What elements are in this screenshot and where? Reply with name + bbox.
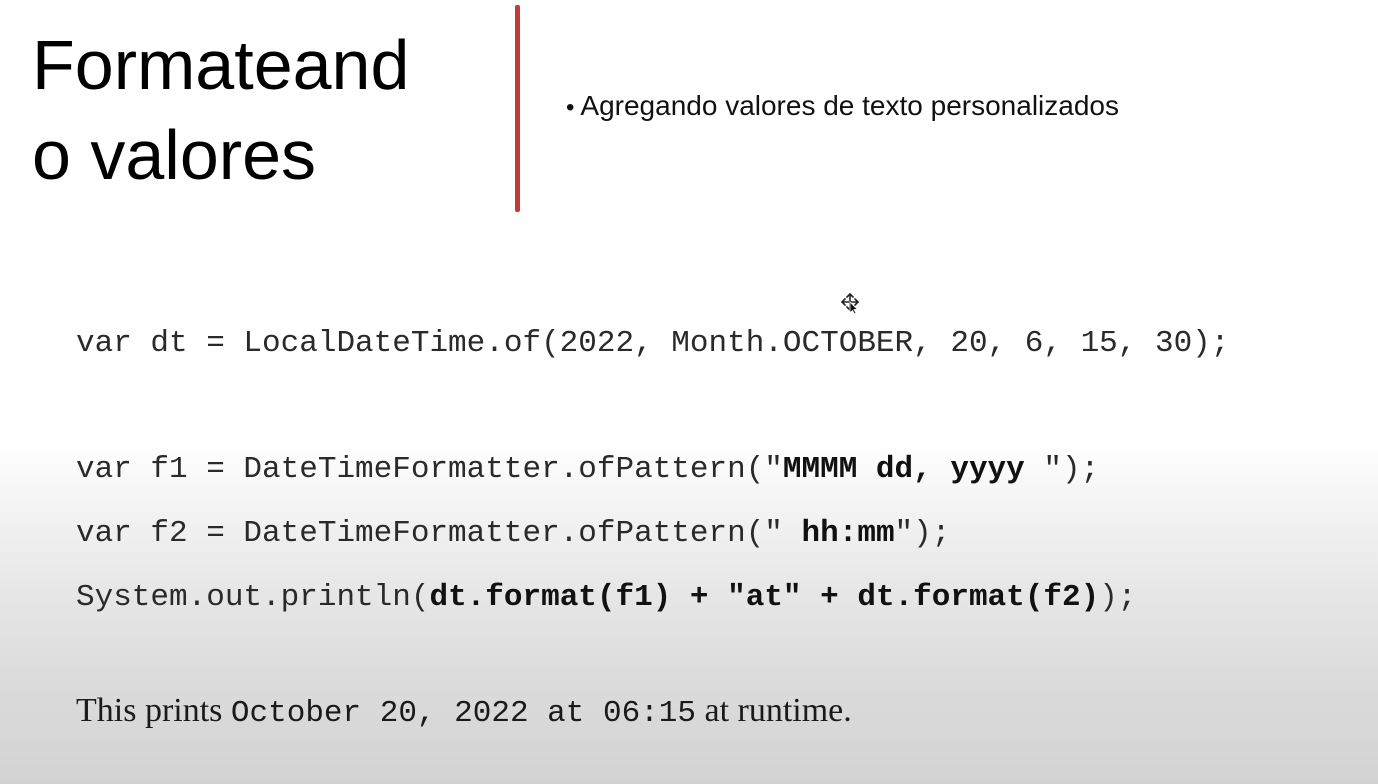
slide-title-line-1: Formateand	[32, 26, 410, 104]
vertical-divider	[515, 5, 520, 212]
bullet-text: Agregando valores de texto personalizado…	[580, 90, 1119, 121]
result-prefix: This prints	[76, 692, 231, 729]
code-f2-suffix: ");	[894, 516, 951, 551]
bullet-dot: •	[566, 94, 575, 121]
code-println-suffix: );	[1099, 580, 1137, 615]
presentation-slide: Formateand o valores • Agregando valores …	[0, 0, 1378, 784]
result-suffix: at runtime.	[695, 692, 852, 729]
result-description: This prints October 20, 2022 at 06:15 at…	[76, 690, 852, 735]
code-f1-prefix: var f1 = DateTimeFormatter.ofPattern("	[76, 452, 783, 487]
code-line-println: System.out.println(dt.format(f1) + "at" …	[76, 578, 1136, 618]
bullet-point: • Agregando valores de texto personalizad…	[566, 86, 1119, 128]
code-println-prefix: System.out.println(	[76, 580, 430, 615]
slide-title: Formateand o valores	[32, 20, 492, 200]
code-f2-prefix: var f2 = DateTimeFormatter.ofPattern("	[76, 516, 802, 551]
code-line-formatter-f2: var f2 = DateTimeFormatter.ofPattern(" h…	[76, 514, 950, 554]
move-cursor-icon	[840, 292, 860, 314]
code-line-local-date-time: var dt = LocalDateTime.of(2022, Month.OC…	[76, 326, 1230, 361]
code-println-expression: dt.format(f1) + "at" + dt.format(f2)	[429, 580, 1100, 615]
code-f2-pattern: hh:mm	[801, 516, 895, 551]
code-f1-suffix: ");	[1043, 452, 1100, 487]
code-f1-pattern: MMMM dd, yyyy	[782, 452, 1044, 487]
slide-title-line-2: o valores	[32, 116, 317, 194]
code-line-formatter-f1: var f1 = DateTimeFormatter.ofPattern("MM…	[76, 450, 1099, 490]
result-output: October 20, 2022 at 06:15	[230, 696, 696, 731]
